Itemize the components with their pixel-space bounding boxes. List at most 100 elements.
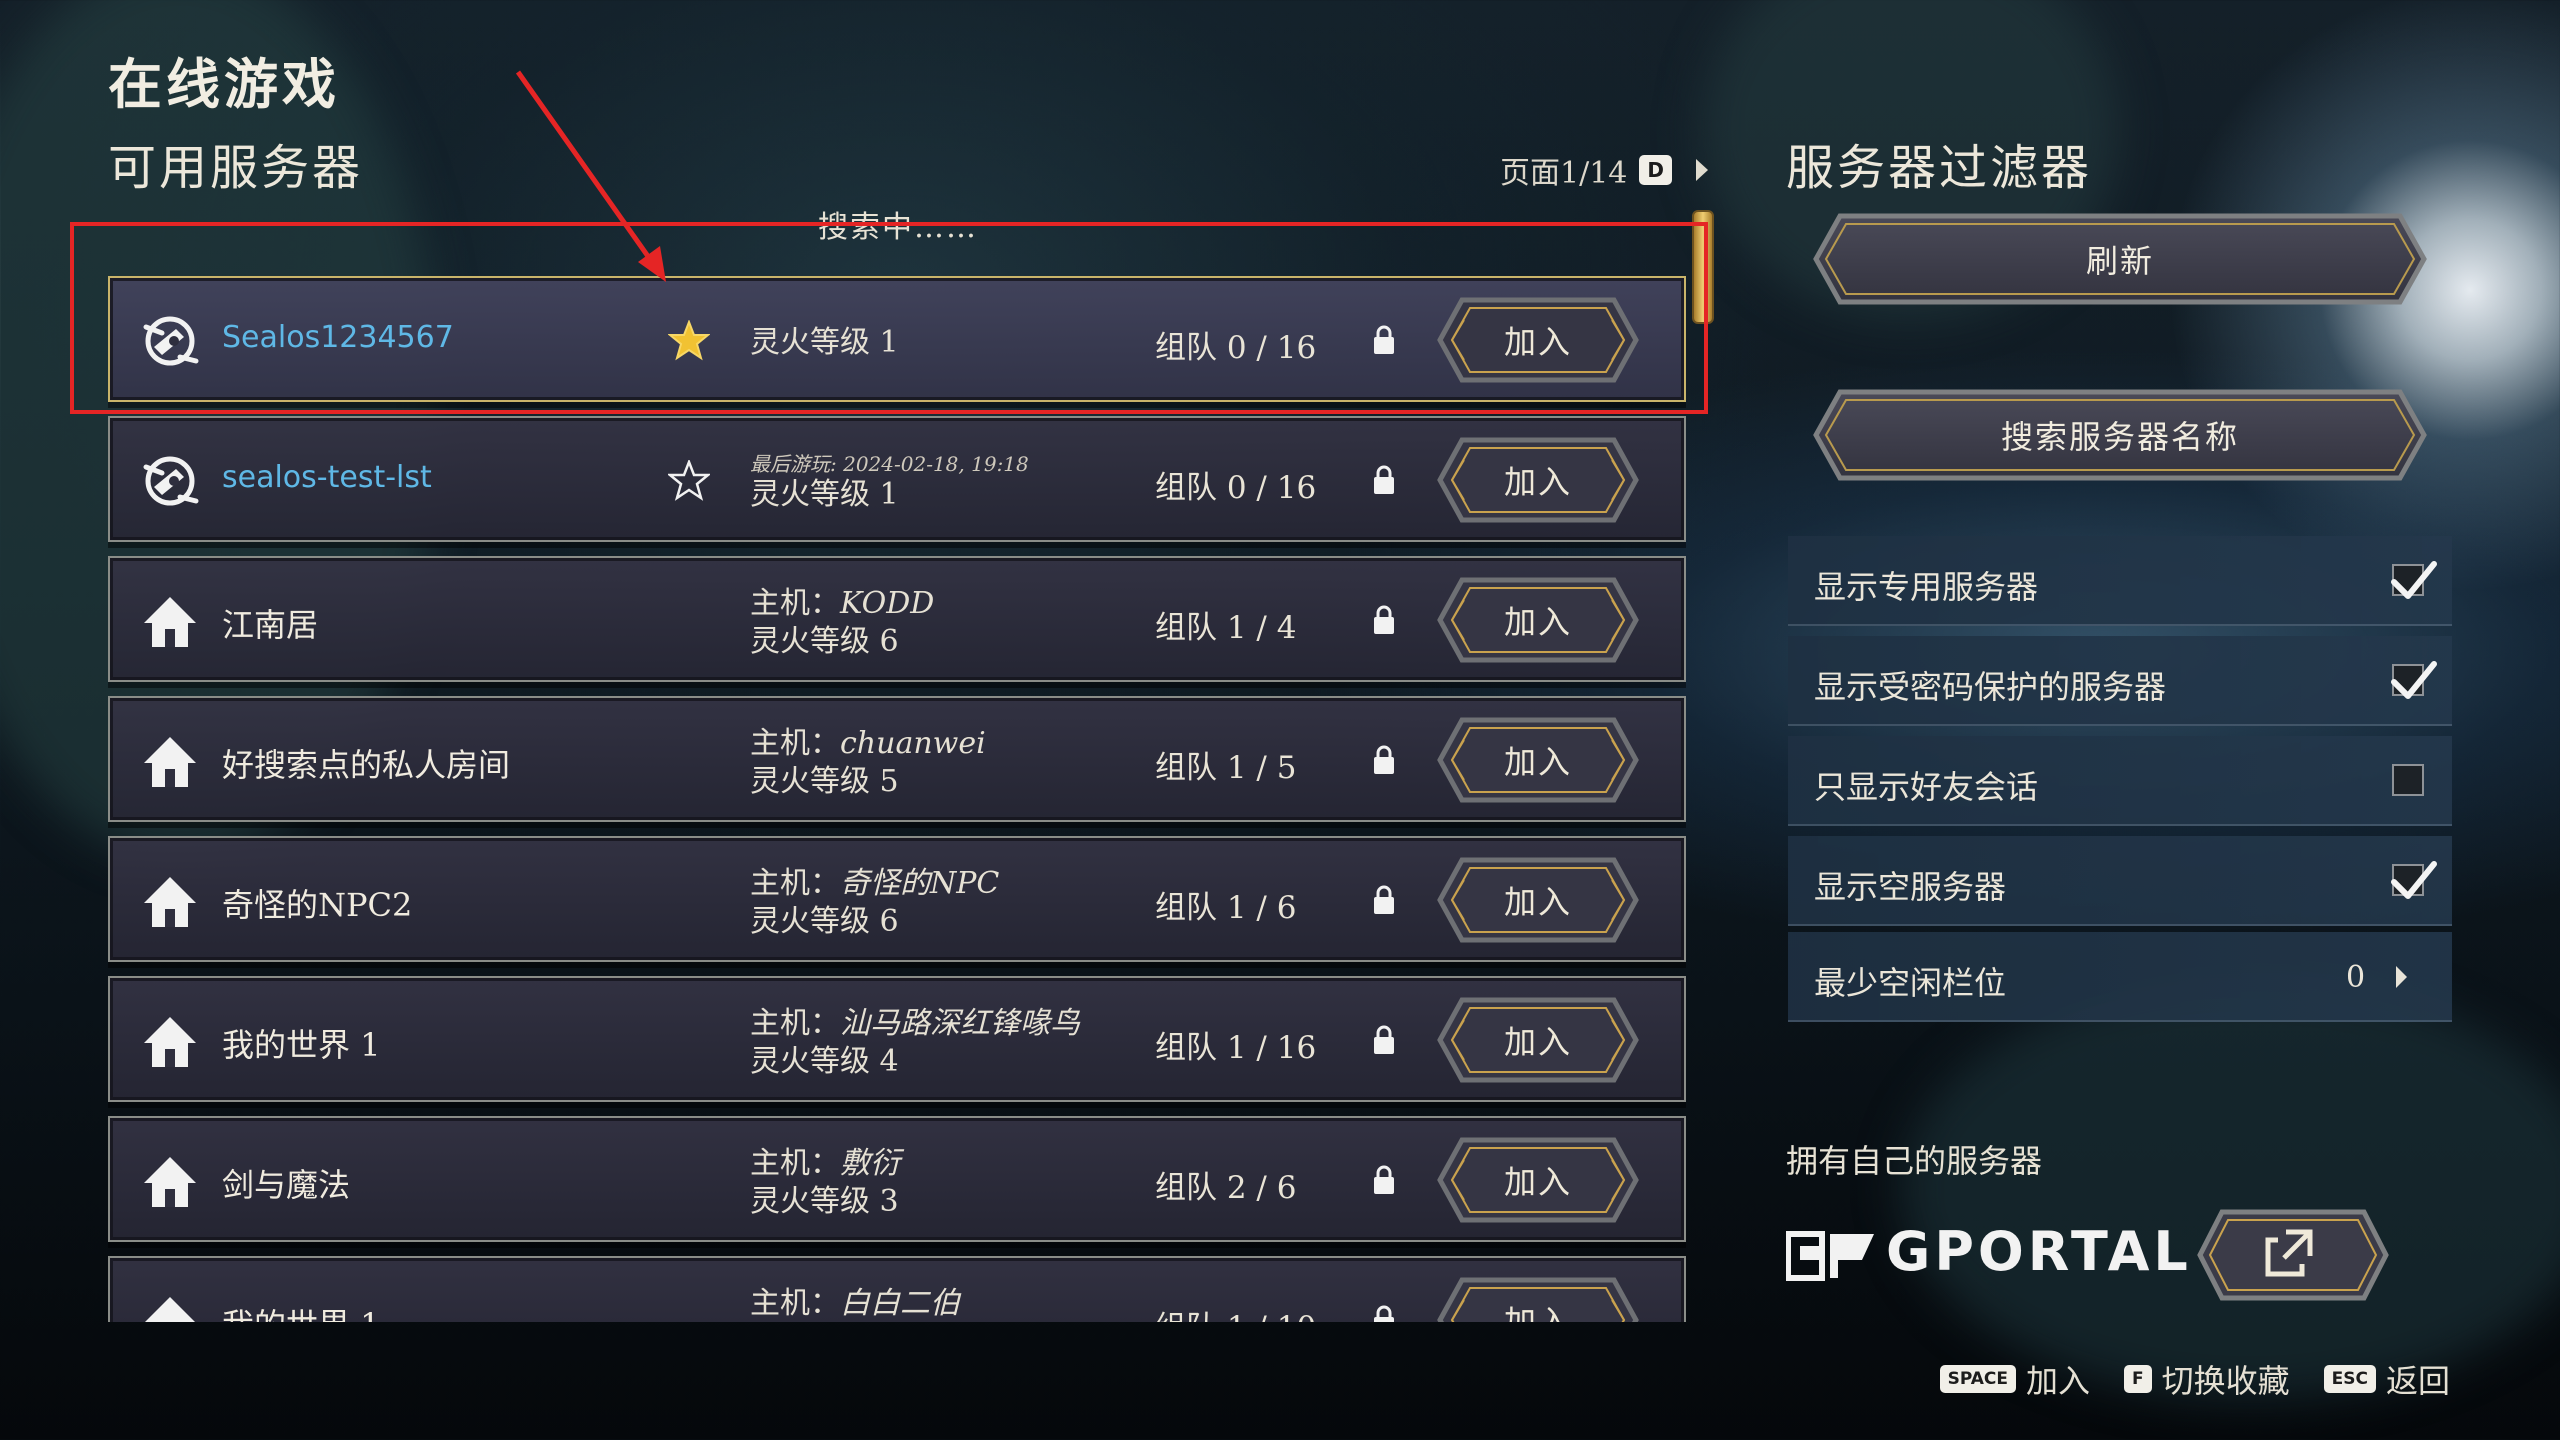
party-count: 组队 1 / 6 (1155, 890, 1297, 926)
house-icon-svg (144, 597, 196, 647)
key-hints-bar: SPACE 加入 F 切换收藏 ESC 返回 (1939, 1356, 2450, 1402)
house-icon (140, 591, 200, 651)
section-title: 可用服务器 (108, 140, 364, 196)
filter-option[interactable]: 显示受密码保护的服务器 (1788, 636, 2452, 726)
join-button[interactable]: 加入 (1430, 1272, 1646, 1322)
join-label: 加入 (1503, 603, 1572, 641)
filter-option-label: 只显示好友会话 (1814, 768, 2039, 806)
chevron-right-icon[interactable] (1695, 159, 1708, 181)
star-outline-icon[interactable] (666, 458, 712, 502)
server-row[interactable]: sealos-test-lst 最后游玩: 2024-02-18, 19:18 灵火… (108, 416, 1686, 542)
server-name: 奇怪的NPC2 (222, 886, 413, 924)
join-label: 加入 (1503, 1163, 1572, 1201)
house-icon-svg (144, 1157, 196, 1207)
background-foliage (1900, 980, 2560, 1400)
checkbox[interactable] (2392, 764, 2424, 796)
server-row[interactable]: 好搜索点的私人房间 主机：chuanwei 灵火等级 5 组队 1 / 5 加入 (108, 696, 1686, 822)
host-name: 汕马路深红锋喙鸟 (840, 1006, 1080, 1041)
host-prefix: 主机： (750, 726, 840, 761)
annotation-highlight-box (70, 222, 1708, 414)
checkmark-svg (2391, 561, 2437, 599)
next-page-key-badge: D (1639, 155, 1672, 185)
party-count: 组队 1 / 10 (1155, 1302, 1316, 1322)
server-row[interactable]: 江南居 主机：KODD 灵火等级 6 组队 1 / 4 加入 (108, 556, 1686, 682)
min-free-slots-option[interactable]: 最少空闲栏位 0 (1788, 932, 2452, 1022)
party-count: 组队 2 / 6 (1155, 1170, 1297, 1206)
join-button[interactable]: 加入 (1430, 852, 1646, 948)
server-row[interactable]: 我的世界 1 主机：白白二伯灵火等级 4 组队 1 / 10 加入 (108, 1256, 1686, 1322)
ember-level: 灵火等级 4 (750, 1044, 899, 1079)
host-line: 主机：敷衍 (750, 1145, 1130, 1183)
lock-icon (1372, 464, 1396, 496)
refresh-button[interactable]: 刷新 (1790, 204, 2450, 314)
server-info: 主机：奇怪的NPC 灵火等级 6 (750, 858, 1130, 948)
server-info: 主机：KODD 灵火等级 6 (750, 578, 1130, 668)
host-prefix: 主机： (750, 586, 840, 621)
search-server-name-button[interactable]: 搜索服务器名称 (1790, 380, 2450, 490)
page-indicator[interactable]: 页面1/14 D (1500, 148, 1708, 192)
house-icon-svg (144, 737, 196, 787)
external-link-icon (2265, 1229, 2313, 1277)
server-row[interactable]: 剑与魔法 主机：敷衍 灵火等级 3 组队 2 / 6 加入 (108, 1116, 1686, 1242)
filter-option[interactable]: 只显示好友会话 (1788, 736, 2452, 826)
join-button[interactable]: 加入 (1430, 572, 1646, 668)
host-prefix: 主机： (750, 1006, 840, 1041)
key-hint: F 切换收藏 (2124, 1356, 2290, 1402)
checkmark-icon (2388, 556, 2438, 604)
ember-level: 灵火等级 6 (750, 624, 899, 659)
key-hint-label: 切换收藏 (2161, 1362, 2290, 1400)
filter-option-label: 显示专用服务器 (1814, 568, 2039, 606)
house-icon (140, 731, 200, 791)
checkmark-icon (2388, 856, 2438, 904)
server-name: 我的世界 1 (222, 1300, 381, 1322)
host-name: 白白二伯 (840, 1286, 960, 1321)
page-title: 在线游戏 (108, 52, 340, 116)
host-line: 主机：汕马路深红锋喙鸟 (750, 1005, 1130, 1043)
join-button[interactable]: 加入 (1430, 432, 1646, 528)
ember-level: 灵火等级 1 (750, 477, 899, 512)
key-hint: ESC 返回 (2323, 1356, 2450, 1402)
party-count: 组队 1 / 5 (1155, 750, 1297, 786)
house-icon (140, 1151, 200, 1211)
lock-svg (1374, 885, 1394, 914)
open-gportal-button[interactable] (2188, 1202, 2398, 1308)
lock-icon (1372, 884, 1396, 916)
join-label: 加入 (1503, 1303, 1572, 1322)
lock-svg (1374, 745, 1394, 774)
ember-level: 灵火等级 3 (750, 1184, 899, 1219)
lock-svg (1374, 1305, 1394, 1322)
lock-svg (1374, 1025, 1394, 1054)
last-played: 最后游玩: 2024-02-18, 19:18 (750, 452, 1029, 476)
checkmark-svg (2391, 661, 2437, 699)
filter-option[interactable]: 显示空服务器 (1788, 836, 2452, 926)
house-icon (140, 1291, 200, 1322)
page-label: 页面1/14 (1500, 156, 1628, 191)
filter-title: 服务器过滤器 (1786, 140, 2093, 196)
host-prefix: 主机： (750, 1146, 840, 1181)
star-svg (666, 458, 712, 501)
filter-option[interactable]: 显示专用服务器 (1788, 536, 2452, 626)
key-badge: ESC (2323, 1365, 2376, 1393)
server-name: 剑与魔法 (222, 1166, 351, 1204)
gportal-brand: GPORTAL (1886, 1220, 2192, 1283)
join-button[interactable]: 加入 (1430, 712, 1646, 808)
server-row[interactable]: 我的世界 1 主机：汕马路深红锋喙鸟 灵火等级 4 组队 1 / 16 加入 (108, 976, 1686, 1102)
server-name: 江南居 (222, 606, 319, 644)
join-label: 加入 (1503, 463, 1572, 501)
search-server-name-label: 搜索服务器名称 (2000, 418, 2239, 456)
party-count: 组队 0 / 16 (1155, 470, 1317, 506)
join-label: 加入 (1503, 883, 1572, 921)
lock-svg (1374, 605, 1394, 634)
lock-icon (1372, 1024, 1396, 1056)
join-label: 加入 (1503, 1023, 1572, 1061)
server-row[interactable]: 奇怪的NPC2 主机：奇怪的NPC 灵火等级 6 组队 1 / 6 加入 (108, 836, 1686, 962)
chevron-right-icon[interactable] (2396, 966, 2407, 988)
lock-svg (1374, 1165, 1394, 1194)
key-hint-label: 返回 (2385, 1362, 2450, 1400)
join-button[interactable]: 加入 (1430, 1132, 1646, 1228)
server-info: 主机：敷衍 灵火等级 3 (750, 1138, 1130, 1228)
dedicated-server-icon-svg (143, 456, 199, 506)
join-button[interactable]: 加入 (1430, 992, 1646, 1088)
host-name: KODD (840, 586, 935, 621)
key-hint: SPACE 加入 (1939, 1356, 2090, 1402)
